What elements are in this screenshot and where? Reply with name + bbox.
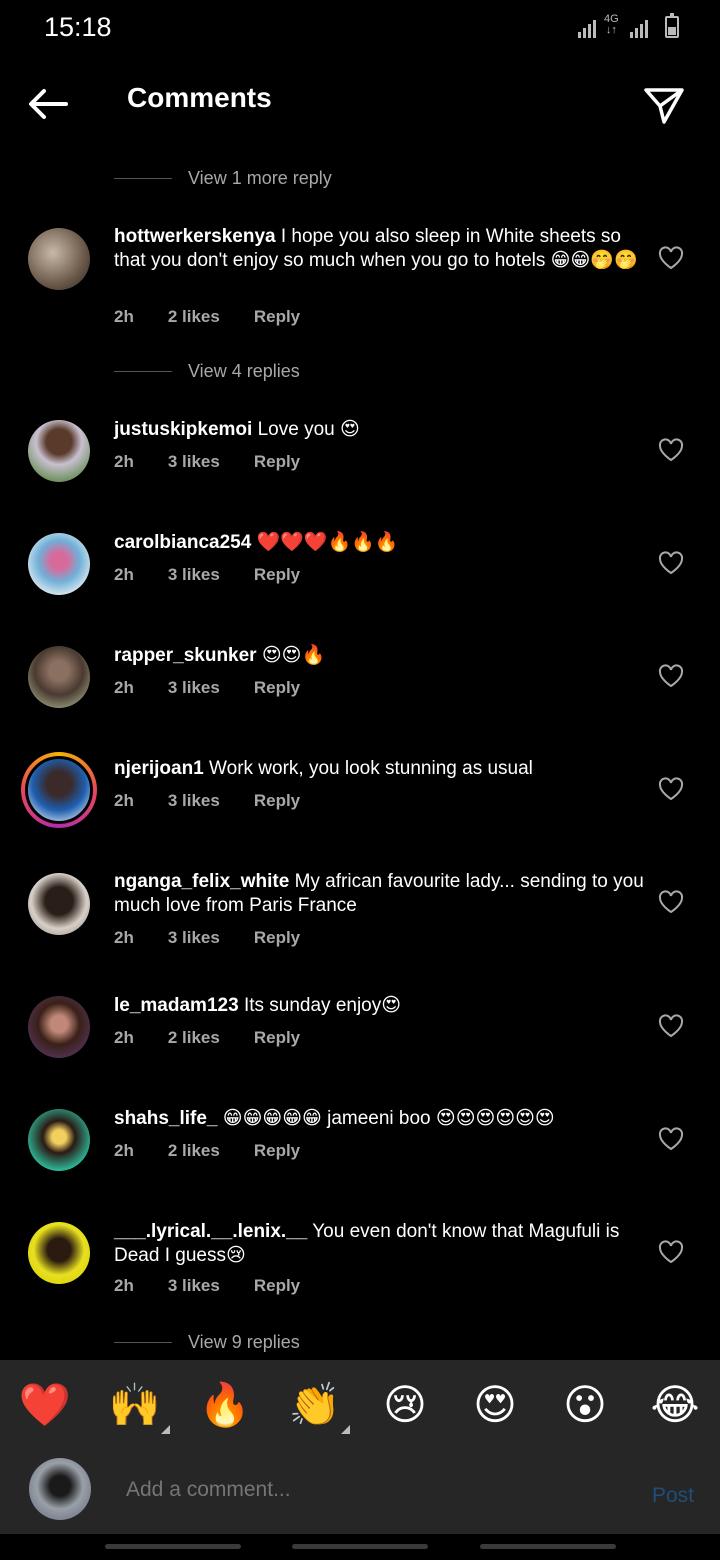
reply-button[interactable]: Reply — [254, 565, 300, 585]
nav-home[interactable] — [292, 1544, 428, 1549]
fire-emoji-button[interactable]: 🔥 — [198, 1378, 252, 1432]
comment-text: njerijoan1 Work work, you look stunning … — [114, 758, 533, 779]
comment-meta: 2h 3 likes Reply — [114, 452, 301, 472]
add-comment-input[interactable] — [126, 1478, 606, 1502]
like-heart-icon[interactable] — [658, 1127, 684, 1151]
crying-emoji-button[interactable]: 😢 — [378, 1378, 432, 1432]
comment-text: justuskipkemoi Love you 😍 — [114, 419, 360, 440]
comment-text: nganga_felix_white My african favourite … — [114, 871, 644, 916]
skin-tone-indicator — [161, 1425, 170, 1434]
comment-meta: 2h 3 likes Reply — [114, 1276, 301, 1296]
surprised-emoji-button[interactable]: 😮 — [558, 1378, 612, 1432]
clapping-emoji-button[interactable]: 👏 — [288, 1378, 350, 1434]
avatar-story-ring[interactable] — [21, 752, 97, 828]
comment-meta: 2h 2 likes Reply — [114, 1028, 301, 1048]
reply-button[interactable]: Reply — [254, 791, 300, 811]
like-heart-icon[interactable] — [658, 246, 684, 270]
view-replies-button[interactable]: View 9 replies — [114, 1327, 300, 1357]
like-heart-icon[interactable] — [658, 438, 684, 462]
back-arrow-icon[interactable] — [24, 80, 72, 128]
network-indicator: 4G ↓↑ — [604, 13, 619, 36]
avatar — [25, 756, 93, 824]
reply-button[interactable]: Reply — [254, 928, 300, 948]
view-more-reply[interactable]: View 1 more reply — [114, 163, 332, 193]
comment-text: le_madam123 Its sunday enjoy😍 — [114, 995, 402, 1016]
avatar[interactable] — [28, 873, 90, 935]
avatar[interactable] — [28, 228, 90, 290]
comment-text: rapper_skunker 😍😍🔥 — [114, 645, 326, 666]
share-icon[interactable] — [640, 80, 688, 128]
laughing-emoji-button[interactable]: 😂 — [648, 1378, 702, 1432]
like-heart-icon[interactable] — [658, 1014, 684, 1038]
battery-icon — [665, 13, 679, 38]
heart-emoji-button[interactable]: ❤️ — [18, 1378, 72, 1432]
comment-meta: 2h 3 likes Reply — [114, 565, 301, 585]
nav-recent[interactable] — [105, 1544, 241, 1549]
avatar[interactable] — [28, 996, 90, 1058]
like-heart-icon[interactable] — [658, 551, 684, 575]
divider — [114, 370, 172, 372]
emoji-quick-bar: ❤️ 🙌 🔥 👏 😢 😍 😮 😂 — [0, 1360, 720, 1450]
reply-button[interactable]: Reply — [254, 452, 300, 472]
heart-eyes-emoji-button[interactable]: 😍 — [468, 1378, 522, 1432]
page-title: Comments — [127, 82, 272, 113]
reply-button[interactable]: Reply — [254, 1141, 300, 1161]
comment-meta: 2h 2 likes Reply — [114, 307, 301, 327]
system-nav-bar — [0, 1534, 720, 1560]
avatar[interactable] — [28, 1222, 90, 1284]
reply-button[interactable]: Reply — [254, 307, 300, 327]
like-heart-icon[interactable] — [658, 890, 684, 914]
avatar[interactable] — [28, 533, 90, 595]
reply-button[interactable]: Reply — [254, 1028, 300, 1048]
comment-meta: 2h 3 likes Reply — [114, 678, 301, 698]
skin-tone-indicator — [341, 1425, 350, 1434]
signal-icon — [578, 18, 596, 38]
comment-meta: 2h 3 likes Reply — [114, 791, 301, 811]
avatar[interactable] — [28, 1109, 90, 1171]
divider — [114, 1341, 172, 1343]
comment-text: carolbianca254 ❤️❤️❤️🔥🔥🔥 — [114, 532, 399, 553]
nav-back[interactable] — [480, 1544, 616, 1549]
comment-text: shahs_life_ 😁😁😁😁😁 jameeni boo 😍😍😍😍😍😍 — [114, 1108, 555, 1129]
like-heart-icon[interactable] — [658, 1240, 684, 1264]
raising-hands-emoji-button[interactable]: 🙌 — [108, 1378, 170, 1434]
divider — [114, 177, 172, 179]
reply-button[interactable]: Reply — [254, 678, 300, 698]
comment-input-bar: Post — [0, 1450, 720, 1534]
like-heart-icon[interactable] — [658, 664, 684, 688]
post-button[interactable]: Post — [652, 1484, 694, 1508]
header: Comments — [0, 60, 720, 140]
like-heart-icon[interactable] — [658, 777, 684, 801]
comment-text: hottwerkerskenya I hope you also sleep i… — [114, 226, 638, 271]
reply-button[interactable]: Reply — [254, 1276, 300, 1296]
comment-text: ___.lyrical.__.lenix.__ You even don't k… — [114, 1221, 620, 1266]
signal-icon-2 — [630, 18, 648, 38]
avatar[interactable] — [28, 420, 90, 482]
comment-meta: 2h 2 likes Reply — [114, 1141, 301, 1161]
current-user-avatar — [29, 1458, 91, 1520]
comment-meta: 2h 3 likes Reply — [114, 928, 301, 948]
avatar[interactable] — [28, 646, 90, 708]
view-replies-button[interactable]: View 4 replies — [114, 356, 300, 386]
status-time: 15:18 — [44, 12, 112, 42]
status-bar: 15:18 4G ↓↑ — [0, 0, 720, 56]
